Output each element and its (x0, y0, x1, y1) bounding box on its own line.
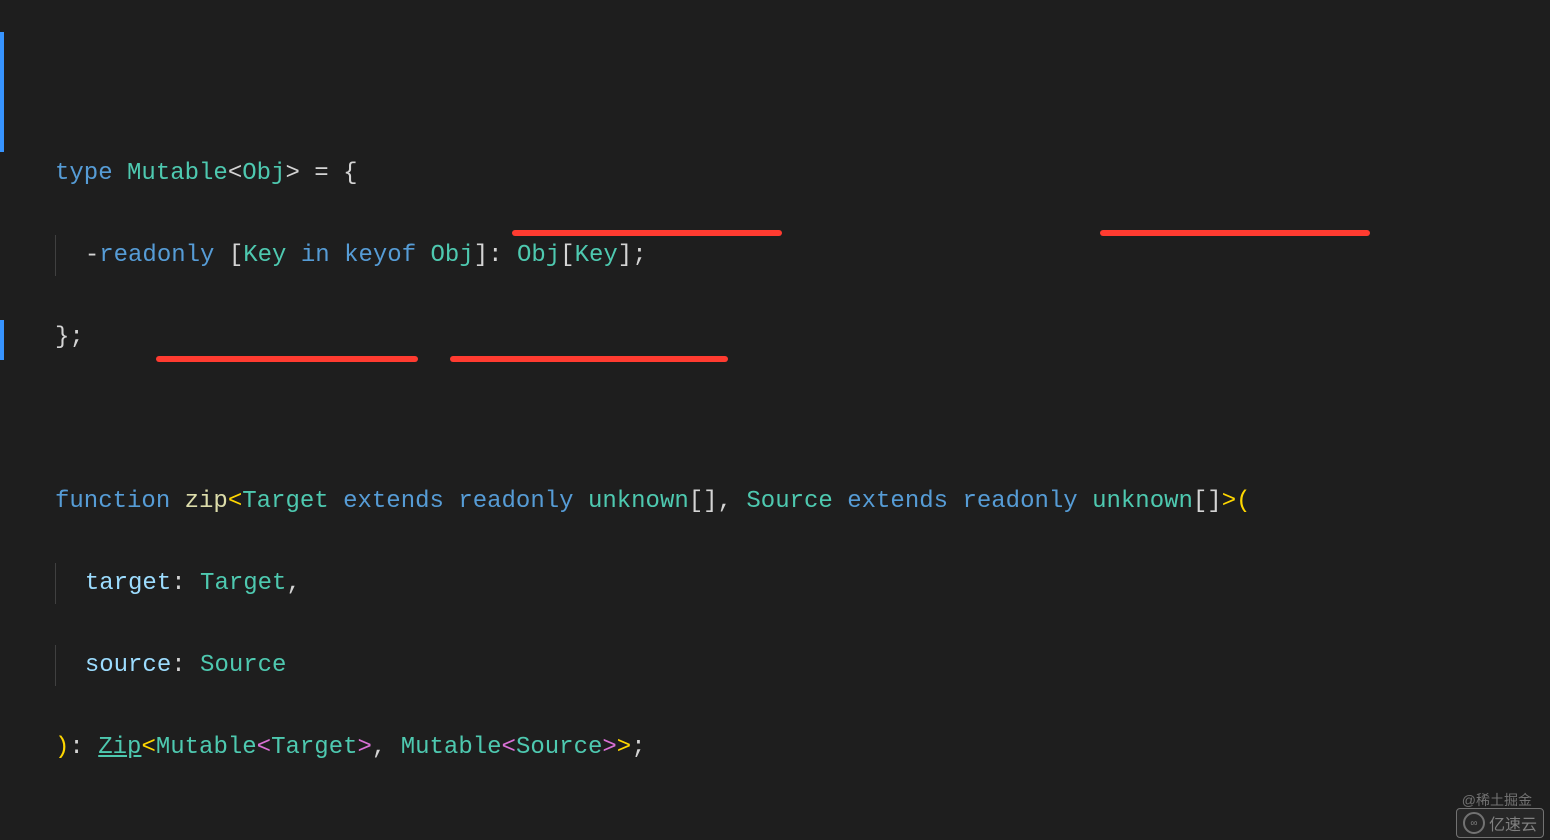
gutter-modified-bar (0, 320, 4, 360)
code-line[interactable]: }; (55, 317, 1550, 358)
code-line[interactable]: function zip<Target extends readonly unk… (55, 481, 1550, 522)
infinity-icon: ∞ (1463, 812, 1485, 834)
code-line[interactable] (55, 399, 1550, 440)
code-line[interactable] (55, 809, 1550, 840)
gutter-modified-bar (0, 32, 4, 152)
code-editor[interactable]: type Mutable<Obj> = { -readonly [Key in … (0, 0, 1550, 840)
code-line[interactable]: type Mutable<Obj> = { (55, 153, 1550, 194)
code-line[interactable]: -readonly [Key in keyof Obj]: Obj[Key]; (55, 235, 1550, 276)
watermark-text: @稀土掘金 (1462, 790, 1532, 810)
annotation-underline (450, 356, 728, 362)
type-link-zip[interactable]: Zip (98, 734, 141, 761)
annotation-underline (156, 356, 418, 362)
watermark-logo: ∞亿速云 (1456, 808, 1544, 838)
annotation-underline (1100, 230, 1370, 236)
annotation-underline (512, 230, 782, 236)
code-line[interactable]: source: Source (55, 645, 1550, 686)
code-line[interactable]: ): Zip<Mutable<Target>, Mutable<Source>>… (55, 727, 1550, 768)
code-line[interactable]: target: Target, (55, 563, 1550, 604)
